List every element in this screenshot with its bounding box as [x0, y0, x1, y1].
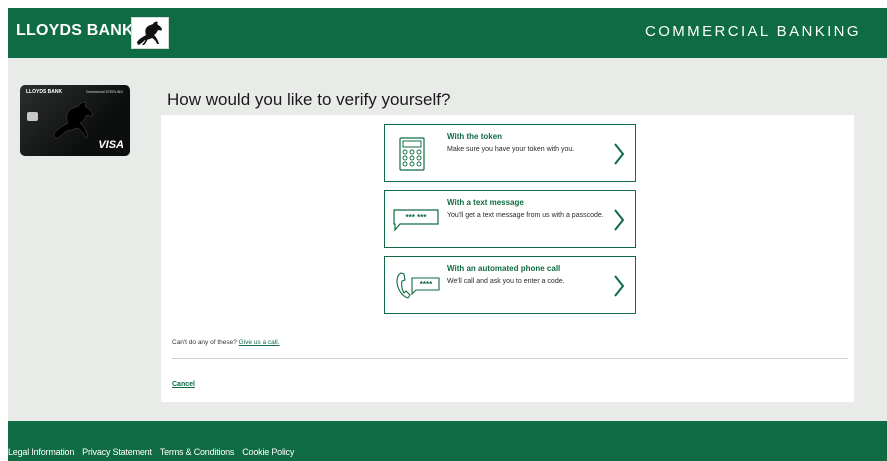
- cancel-link[interactable]: Cancel: [172, 381, 195, 388]
- horse-icon: [137, 21, 162, 45]
- card-small-text: Commercial STERLING: [85, 90, 123, 94]
- footer-link-cookie-policy[interactable]: Cookie Policy: [242, 447, 294, 457]
- header-bar: LLOYDS BANK COMMERCIAL BANKING: [8, 8, 887, 58]
- brand-name: LLOYDS BANK: [16, 22, 134, 39]
- phone-call-option[interactable]: **** With an automated phone call We'll …: [384, 256, 636, 314]
- card-chip: [27, 112, 38, 121]
- help-prefix: Can't do any of these?: [172, 339, 237, 346]
- give-us-a-call-link[interactable]: Give us a call.: [239, 339, 280, 346]
- option-description: You'll get a text message from us with a…: [447, 212, 604, 219]
- text-message-icon: *** ***: [393, 209, 439, 232]
- commercial-card-image: LLOYDS BANK Commercial STERLING VISA: [20, 85, 130, 156]
- footer-link-terms-conditions[interactable]: Terms & Conditions: [160, 447, 235, 457]
- chevron-right-icon: [614, 143, 625, 165]
- phone-call-icon: ****: [396, 272, 440, 299]
- option-title: With a text message: [447, 198, 524, 207]
- text-message-option[interactable]: *** *** With a text message You'll get a…: [384, 190, 636, 248]
- section-title: COMMERCIAL BANKING: [644, 23, 861, 40]
- page-title: How would you like to verify yourself?: [167, 90, 451, 109]
- card-horse-icon: [53, 102, 93, 139]
- option-description: Make sure you have your token with you.: [447, 146, 575, 153]
- option-title: With an automated phone call: [447, 264, 561, 273]
- black-horse-logo: [131, 17, 169, 49]
- option-description: We'll call and ask you to enter a code.: [447, 278, 565, 285]
- token-option[interactable]: With the token Make sure you have your t…: [384, 124, 636, 182]
- footer-link-legal-information[interactable]: Legal Information: [8, 447, 74, 457]
- token-icon: [399, 137, 425, 171]
- footer-bar: Legal Information Privacy Statement Term…: [8, 421, 887, 461]
- footer-link-privacy-statement[interactable]: Privacy Statement: [82, 447, 152, 457]
- phone-call-icon-text: ****: [420, 280, 433, 289]
- option-title: With the token: [447, 132, 503, 141]
- verification-panel: With the token Make sure you have your t…: [161, 115, 854, 402]
- chevron-right-icon: [614, 209, 625, 231]
- chevron-right-icon: [614, 275, 625, 297]
- footer-links: Legal Information Privacy Statement Term…: [8, 447, 294, 457]
- page-frame: LLOYDS BANK COMMERCIAL BANKING LLOYDS BA…: [8, 8, 887, 461]
- divider: [172, 358, 848, 359]
- text-message-icon-text: *** ***: [406, 213, 428, 222]
- help-text: Can't do any of these? Give us a call.: [172, 339, 279, 346]
- card-network: VISA: [98, 139, 124, 151]
